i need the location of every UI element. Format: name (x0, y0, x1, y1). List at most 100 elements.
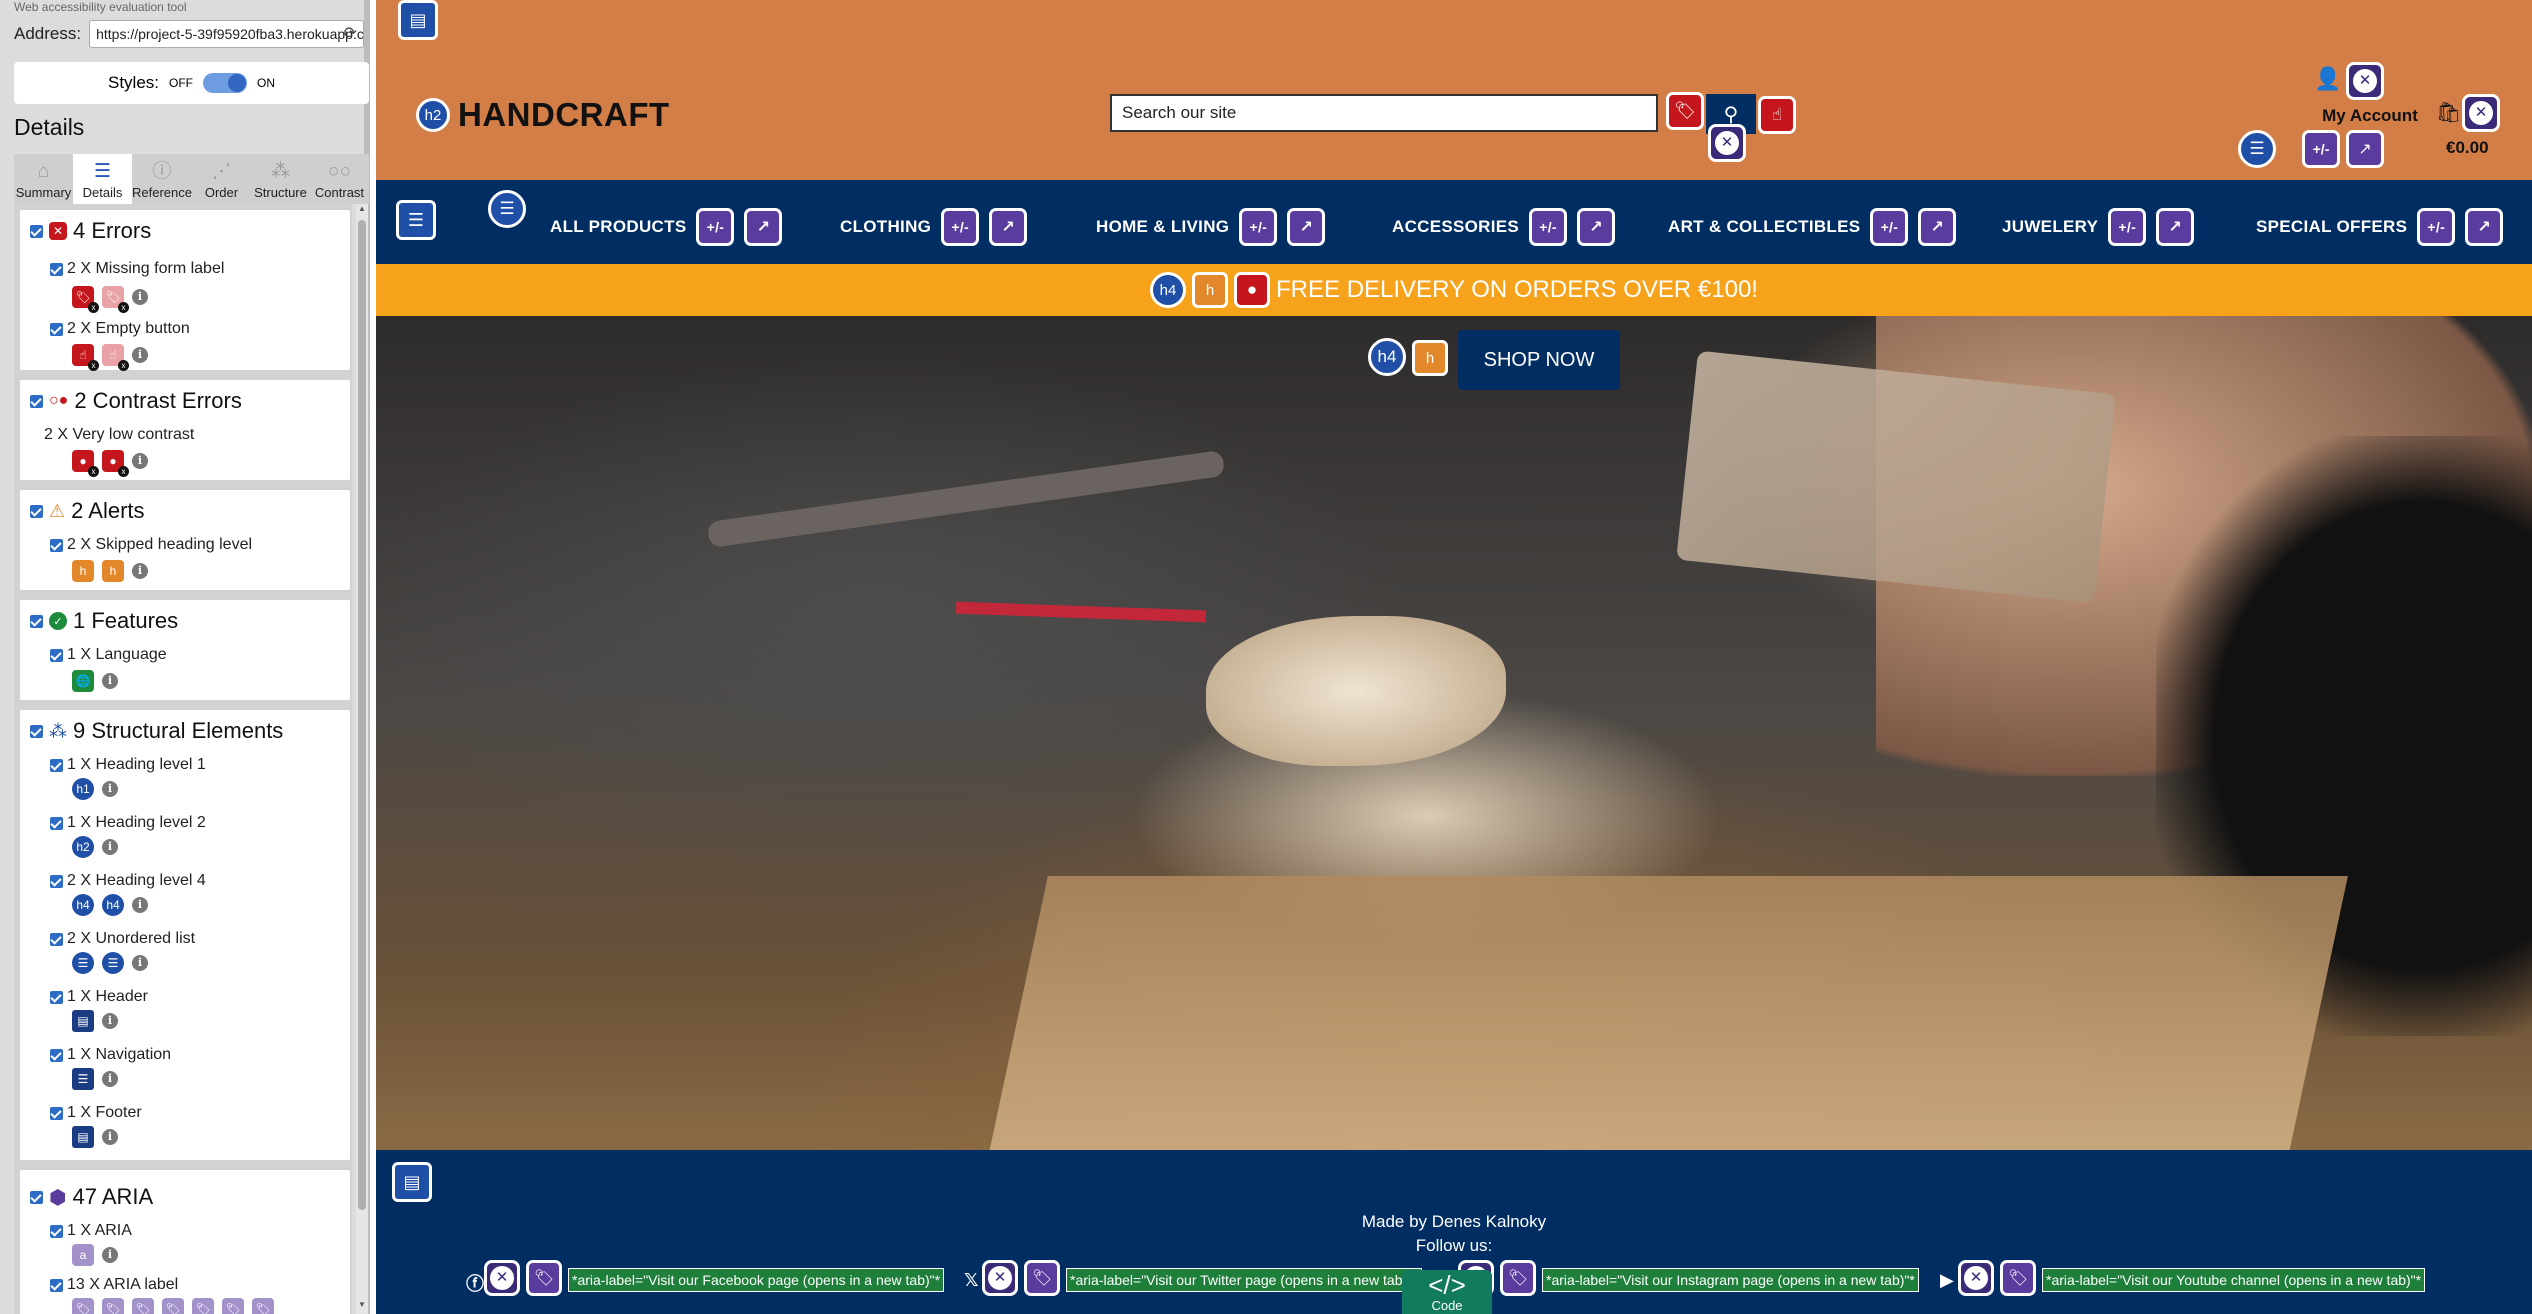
nav-item-accessories[interactable]: ACCESSORIES +/- ↗ (1392, 208, 1616, 246)
info-icon[interactable]: i (132, 289, 148, 305)
nav-region-icon[interactable]: ☰ (396, 200, 436, 240)
info-icon[interactable]: i (102, 1013, 118, 1029)
aria-label-icon[interactable]: 🏷 (102, 1298, 124, 1314)
h2-heading-icon[interactable]: h2 (416, 98, 450, 132)
h4-heading-icon[interactable]: h4 (1368, 338, 1406, 376)
info-icon[interactable]: i (132, 897, 148, 913)
aria-label-icon[interactable]: 🏷 (222, 1298, 244, 1314)
footer-checkbox[interactable] (50, 1106, 63, 1120)
address-input[interactable]: https://project-5-39f95920fba3.herokuapp… (89, 20, 364, 48)
tab-reference[interactable]: ⓘ Reference (132, 154, 192, 204)
aria-hidden-icon[interactable]: ✕ (2346, 62, 2384, 100)
info-icon[interactable]: i (132, 453, 148, 469)
search-input[interactable]: Search our site (1110, 94, 1658, 132)
h2-icon[interactable]: h2 (72, 836, 94, 858)
tab-contrast[interactable]: ○○ Contrast (310, 154, 369, 204)
user-icon[interactable]: 👤 (2314, 66, 2341, 92)
facebook-icon[interactable]: ⓕ (466, 1270, 484, 1296)
link-icon[interactable]: ↗ (2346, 130, 2384, 168)
nav-item-juwelery[interactable]: JUWELERY +/- ↗ (2002, 208, 2195, 246)
skipped-heading-alert-icon[interactable]: h (1412, 340, 1448, 376)
list-icon[interactable]: ☰ (102, 952, 124, 974)
structure-checkbox[interactable] (30, 724, 43, 738)
aria-icon[interactable]: ✕ (484, 1260, 520, 1296)
errors-checkbox[interactable] (30, 224, 43, 238)
brand-title[interactable]: HANDCRAFT (458, 96, 670, 134)
shop-now-button[interactable]: SHOP NOW (1458, 330, 1620, 390)
tab-structure[interactable]: ⁂ Structure (251, 154, 310, 204)
h1-icon[interactable]: h1 (72, 778, 94, 800)
empty-button-error-icon[interactable]: ☝ (1758, 96, 1796, 134)
empty-button-icon[interactable]: ✕ (1708, 124, 1746, 162)
dropdown-toggle-icon[interactable]: +/- (2302, 130, 2340, 168)
skipped-heading-icon[interactable]: h (102, 560, 124, 582)
h4-icon[interactable]: h4 (102, 894, 124, 916)
skipped-heading-icon[interactable]: h (72, 560, 94, 582)
tab-summary[interactable]: ⌂ Summary (14, 154, 73, 204)
nav-item-clothing[interactable]: CLOTHING +/- ↗ (840, 208, 1028, 246)
nav-item-art-collectibles[interactable]: ART & COLLECTIBLES +/- ↗ (1668, 208, 1957, 246)
missing-label-icon[interactable]: 🏷 x (72, 286, 99, 313)
aria-label-icon[interactable]: 🏷 (252, 1298, 274, 1314)
my-account-link[interactable]: My Account (2300, 106, 2440, 126)
aria-icon[interactable]: ✕ (982, 1260, 1018, 1296)
ul-checkbox[interactable] (50, 932, 63, 946)
info-icon[interactable]: i (102, 1247, 118, 1263)
contrast-error-icon[interactable]: ● x (72, 450, 99, 477)
aria-label-icon[interactable]: 🏷 (192, 1298, 214, 1314)
header-region-icon[interactable]: ▤ (398, 0, 438, 40)
h1-checkbox[interactable] (50, 758, 63, 772)
panel-scrollbar[interactable]: ▲ ▼ (356, 204, 368, 1314)
empty-button-checkbox[interactable] (50, 322, 63, 336)
empty-button-icon[interactable]: ☝ x (102, 344, 129, 371)
info-icon[interactable]: i (102, 1129, 118, 1145)
aria-label-icon[interactable]: 🏷 (2000, 1260, 2036, 1296)
aria-label-icon[interactable]: 🏷 (526, 1260, 562, 1296)
nav-item-home-living[interactable]: HOME & LIVING +/- ↗ (1096, 208, 1326, 246)
nav-checkbox[interactable] (50, 1048, 63, 1062)
aria-label-icon[interactable]: 🏷 (72, 1298, 94, 1314)
contrast-checkbox[interactable] (30, 394, 43, 408)
info-icon[interactable]: i (102, 839, 118, 855)
aria-icon[interactable]: ✕ (1958, 1260, 1994, 1296)
missing-label-icon[interactable]: 🏷 x (102, 286, 129, 313)
cart-aria-icon[interactable]: ✕ (2462, 94, 2500, 132)
aria-checkbox[interactable] (30, 1190, 43, 1204)
cart-icon[interactable]: 🛍 (2436, 100, 2461, 125)
aria-item-checkbox[interactable] (50, 1224, 63, 1238)
missing-label-error-icon[interactable]: 🏷 (1666, 92, 1704, 130)
language-icon[interactable]: 🌐 (72, 670, 94, 692)
h4-icon[interactable]: h4 (72, 894, 94, 916)
code-toggle-button[interactable]: </> Code (1402, 1270, 1492, 1314)
info-icon[interactable]: i (132, 563, 148, 579)
list-icon[interactable]: ☰ (72, 952, 94, 974)
nav-item-special-offers[interactable]: SPECIAL OFFERS +/- ↗ (2256, 208, 2504, 246)
footer-icon[interactable]: ▤ (72, 1126, 94, 1148)
h4-heading-icon[interactable]: h4 (1150, 272, 1187, 308)
h2-checkbox[interactable] (50, 816, 63, 830)
features-checkbox[interactable] (30, 614, 43, 628)
header-icon[interactable]: ▤ (72, 1010, 94, 1032)
twitter-icon[interactable]: 𝕏 (964, 1270, 979, 1291)
reload-icon[interactable]: ⟳ (344, 21, 357, 47)
h4-checkbox[interactable] (50, 874, 63, 888)
unordered-list-icon[interactable]: ☰ (2238, 130, 2276, 168)
aria-label-icon[interactable]: 🏷 (1500, 1260, 1536, 1296)
alerts-checkbox[interactable] (30, 504, 43, 518)
info-icon[interactable]: i (102, 781, 118, 797)
aria-icon[interactable]: a (72, 1244, 94, 1266)
aria-label-icon[interactable]: 🏷 (132, 1298, 154, 1314)
info-icon[interactable]: i (132, 955, 148, 971)
tab-details[interactable]: ☰ Details (73, 154, 132, 204)
contrast-error-icon[interactable]: ● x (102, 450, 129, 477)
styles-toggle[interactable] (203, 73, 248, 93)
navigation-icon[interactable]: ☰ (72, 1068, 94, 1090)
nav-list-icon[interactable]: ☰ (488, 190, 526, 228)
language-checkbox[interactable] (50, 648, 63, 662)
empty-button-icon[interactable]: ☝ x (72, 344, 99, 371)
missing-label-checkbox[interactable] (50, 262, 63, 276)
aria-label-checkbox[interactable] (50, 1278, 63, 1292)
info-icon[interactable]: i (132, 347, 148, 363)
tab-order[interactable]: ⋰ Order (192, 154, 251, 204)
cart-total[interactable]: €0.00 (2446, 138, 2489, 158)
